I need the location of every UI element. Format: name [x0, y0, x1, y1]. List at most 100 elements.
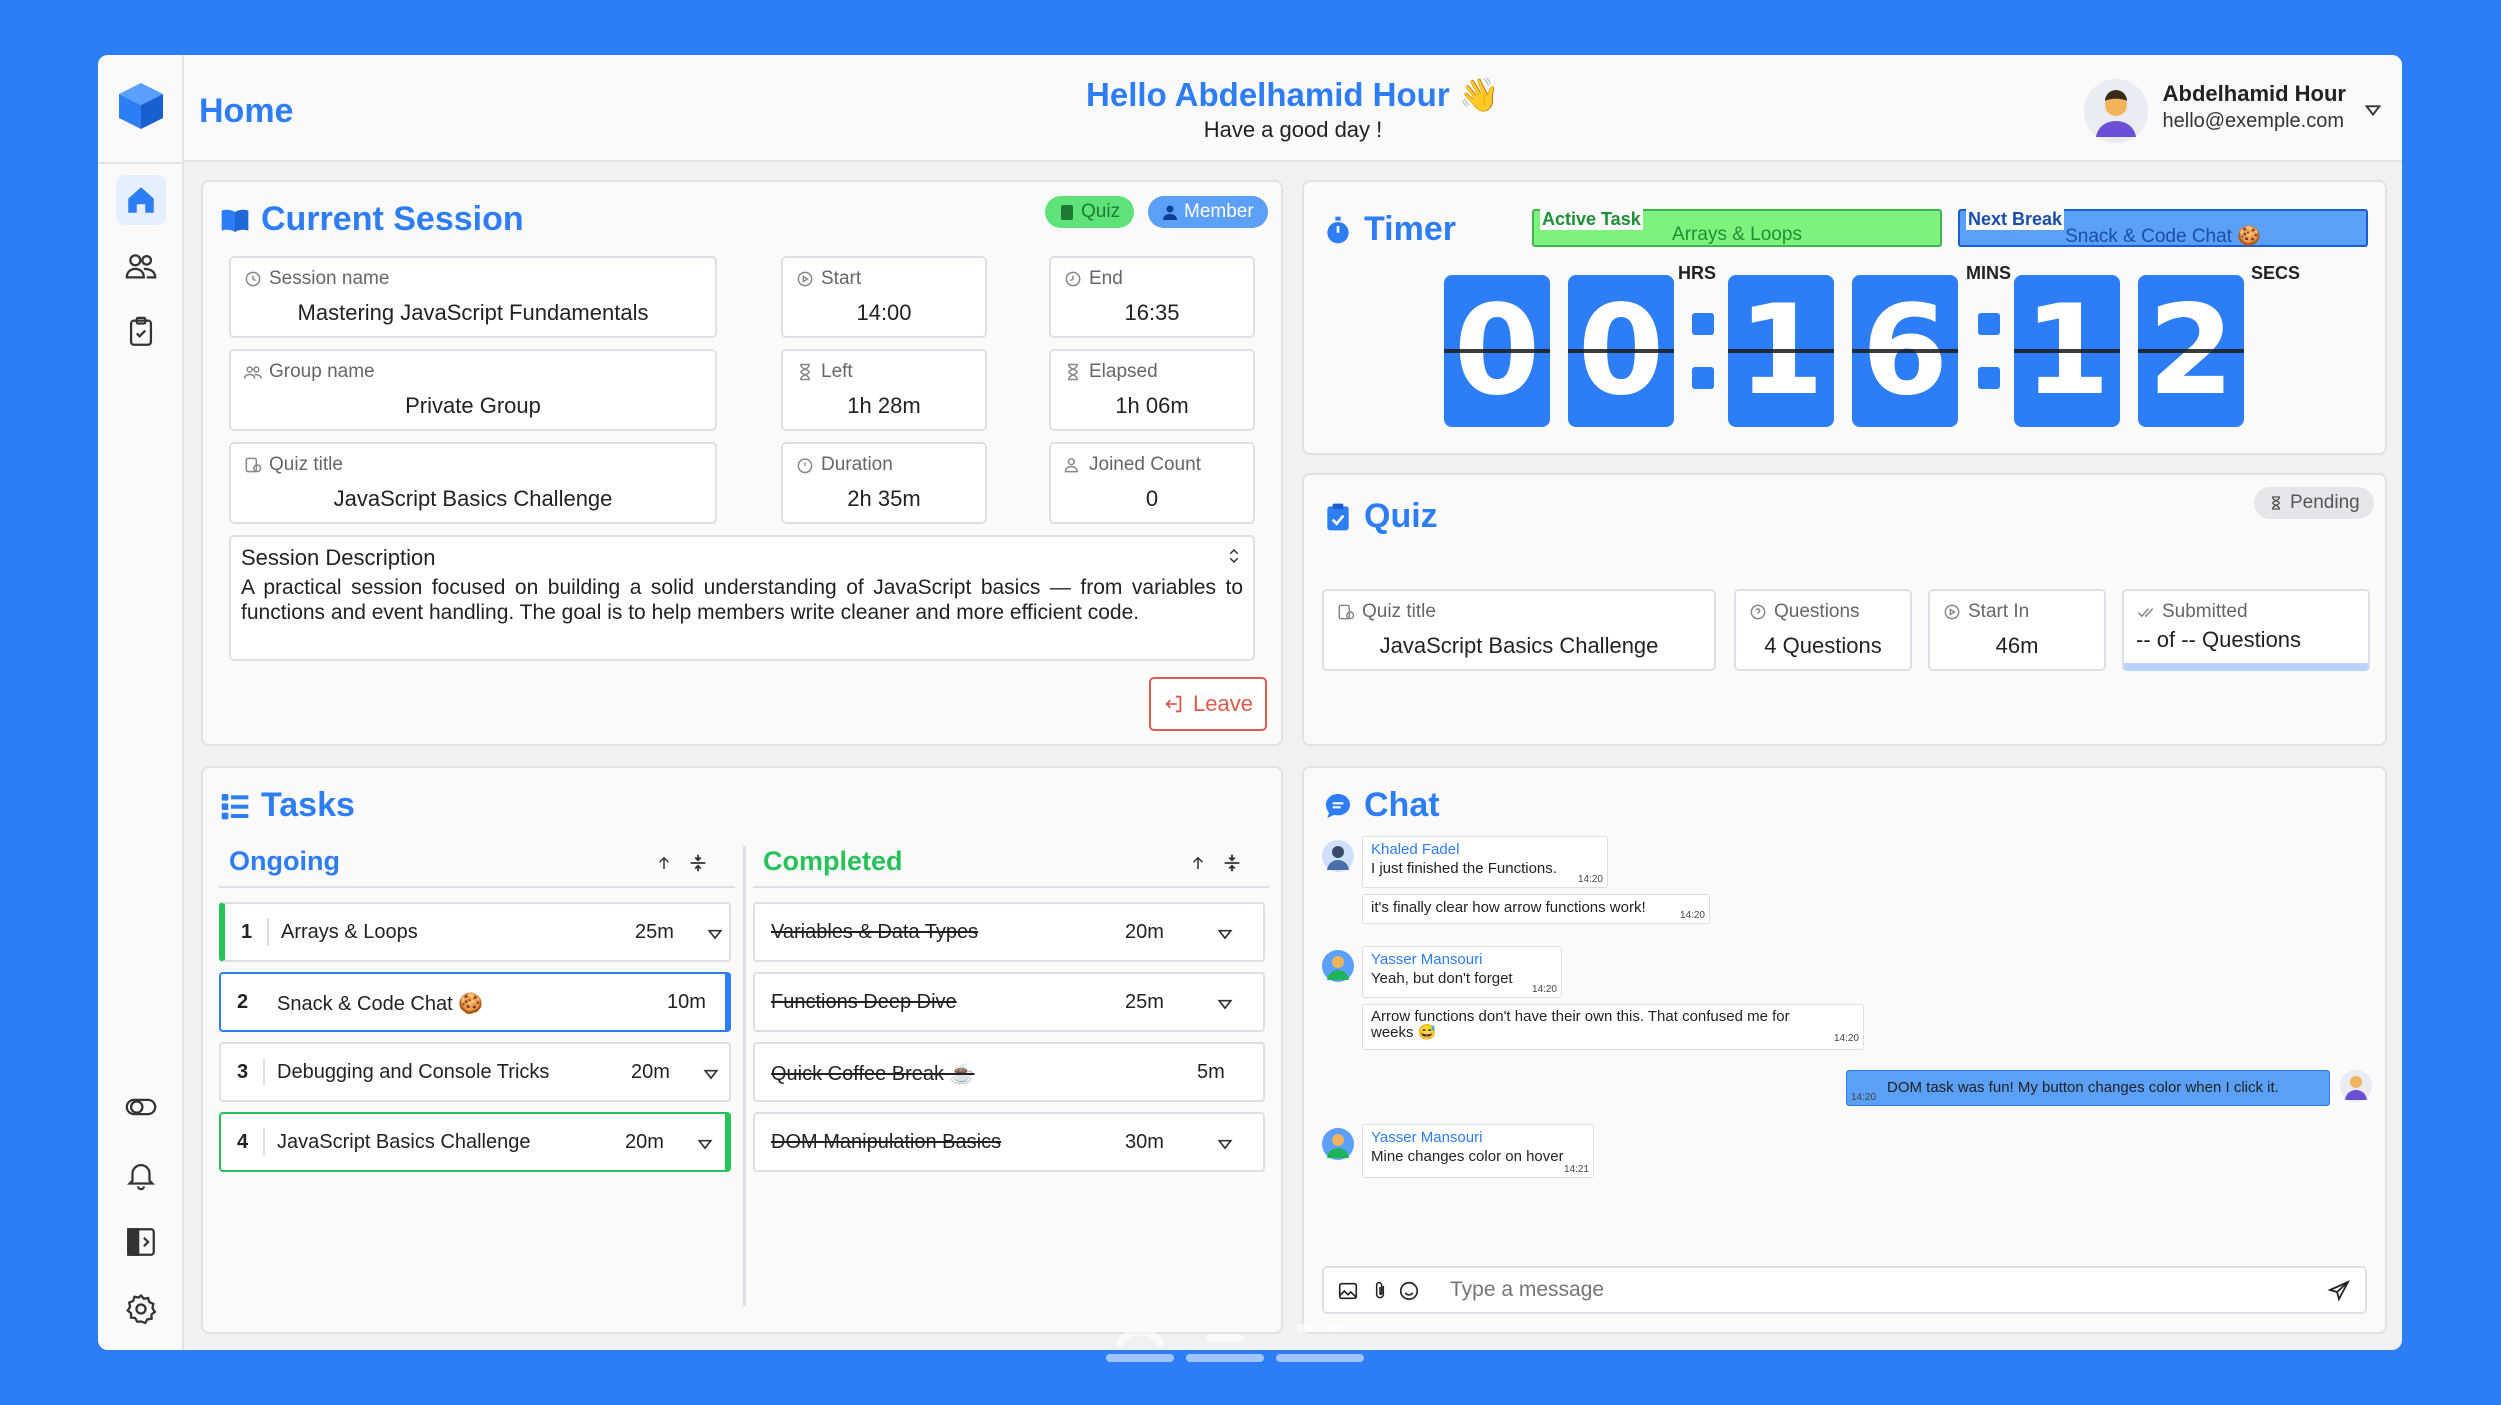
minutes-digit-2: 6 [1852, 275, 1958, 427]
start-field: Start 14:00 [781, 256, 987, 338]
sidebar-item-groups[interactable] [116, 241, 166, 291]
questions-label: Questions [1774, 601, 1860, 622]
chevron-down-icon[interactable] [1215, 924, 1235, 944]
exit-icon [1165, 695, 1182, 713]
message-sender: Yasser Mansouri [1371, 1129, 1483, 1146]
collapse-icon[interactable] [687, 852, 709, 874]
leave-button[interactable]: Leave [1149, 677, 1267, 731]
sidebar-divider [98, 162, 184, 164]
quiz-title-text: Quiz [1364, 497, 1438, 535]
home-icon [128, 187, 154, 213]
message-time: 14:21 [1563, 1164, 1589, 1175]
chevron-down-icon[interactable] [1215, 1134, 1235, 1154]
completed-task-row[interactable]: Functions Deep Dive 25m [753, 972, 1265, 1032]
task-number: 2 [237, 991, 249, 1013]
current-session-card: Current Session Quiz Member Session name… [201, 180, 1283, 746]
send-icon[interactable] [2327, 1279, 2351, 1303]
ongoing-task-row[interactable]: 3 Debugging and Console Tricks 20m [219, 1042, 731, 1102]
chevron-down-icon[interactable] [695, 1134, 715, 1154]
ongoing-task-row[interactable]: 1 Arrays & Loops 25m [219, 902, 731, 962]
badge-member-label: Member [1184, 201, 1254, 222]
gear-icon [126, 1293, 157, 1325]
chat-message-own: 14:20 DOM task was fun! My button change… [1846, 1070, 2330, 1106]
emoji-icon[interactable] [1398, 1280, 1420, 1302]
elapsed-label: Elapsed [1089, 361, 1158, 382]
expand-collapse-icon[interactable] [1225, 547, 1243, 565]
timer-colon-dot [1692, 313, 1714, 335]
message-text: I just finished the Functions. [1371, 860, 1557, 877]
current-session-title-text: Current Session [261, 200, 524, 238]
paperclip-icon[interactable] [1370, 1280, 1390, 1302]
chat-card: Chat Khaled Fadel I just finished the Fu… [1302, 766, 2387, 1334]
task-name: Debugging and Console Tricks [277, 1061, 550, 1083]
user-joined-icon [1064, 458, 1078, 473]
active-task-bar: Active Task Arrays & Loops [1532, 209, 1942, 247]
user-email: hello@exemple.com [2162, 110, 2345, 132]
completed-task-row[interactable]: DOM Manipulation Basics 30m [753, 1112, 1265, 1172]
hourglass-icon [1068, 363, 1078, 381]
chat-title: Chat [1322, 786, 1440, 825]
double-check-icon [2137, 608, 2154, 618]
task-duration: 20m [631, 1061, 670, 1083]
quiz-card: Quiz Pending Quiz title JavaScript Basic… [1302, 473, 2387, 746]
task-duration: 30m [1125, 1131, 1164, 1153]
row-divider [263, 1058, 265, 1086]
ongoing-task-row[interactable]: 4 JavaScript Basics Challenge 20m [219, 1112, 731, 1172]
clipboard-check-icon [129, 316, 153, 346]
ongoing-task-row[interactable]: 2 Snack & Code Chat 🍪 10m [219, 972, 731, 1032]
completed-task-row[interactable]: Variables & Data Types 20m [753, 902, 1265, 962]
message-input[interactable] [1450, 1276, 2270, 1304]
watermark-logo [1106, 1324, 1364, 1362]
message-time: 14:20 [1531, 984, 1557, 995]
end-label-wrap: End [1063, 268, 1123, 290]
chat-title-text: Chat [1364, 786, 1440, 824]
seconds-unit-label: SECS [2251, 263, 2301, 283]
clipboard-clock-icon [245, 457, 262, 473]
left-label-wrap: Left [795, 361, 853, 383]
sidebar-item-toggle[interactable] [116, 1082, 166, 1132]
user-name: Abdelhamid Hour [2162, 81, 2346, 106]
collapse-icon[interactable] [1221, 852, 1243, 874]
start-value: 14:00 [856, 300, 912, 325]
image-icon[interactable] [1336, 1280, 1360, 1302]
sidebar-item-settings[interactable] [116, 1284, 166, 1334]
clock-icon [1065, 271, 1081, 287]
sidebar-item-collapse[interactable] [116, 1217, 166, 1267]
session-name-label-wrap: Session name [243, 268, 389, 290]
person-avatar-icon [1322, 950, 1354, 982]
submitted-label-wrap: Submitted [2136, 601, 2248, 623]
task-name: Variables & Data Types [771, 921, 979, 943]
left-value: 1h 28m [847, 393, 921, 418]
chevron-down-icon[interactable] [1215, 994, 1235, 1014]
play-circle-icon [797, 271, 813, 287]
user-avatar[interactable] [2084, 79, 2148, 143]
sidebar-item-notifications[interactable] [116, 1150, 166, 1200]
person-avatar-icon [1327, 846, 1349, 870]
sort-ascending-icon[interactable] [655, 854, 673, 872]
sidebar-item-home[interactable] [116, 175, 166, 225]
tasks-title-text: Tasks [261, 786, 355, 824]
sidebar-item-tasks[interactable] [116, 307, 166, 357]
cube-logo-icon[interactable] [114, 79, 168, 133]
chevron-down-icon[interactable] [705, 924, 725, 944]
person-icon [1163, 205, 1177, 220]
task-number: 1 [241, 921, 253, 943]
end-field: End 16:35 [1049, 256, 1255, 338]
chat-message: it's finally clear how arrow functions w… [1362, 894, 1710, 924]
task-duration: 10m [667, 991, 706, 1013]
session-quiz-title-label: Quiz title [269, 454, 343, 475]
session-description-label: Session Description [241, 545, 436, 570]
hours-digit-2: 0 [1568, 275, 1674, 427]
completed-task-row[interactable]: Quick Coffee Break ☕ 5m [753, 1042, 1265, 1102]
questions-value: 4 Questions [1764, 633, 1882, 658]
chevron-down-icon[interactable] [701, 1064, 721, 1084]
sort-ascending-icon[interactable] [1189, 854, 1207, 872]
completed-column-title: Completed [763, 846, 903, 876]
task-list-icon [221, 793, 249, 819]
current-session-title: Current Session [219, 200, 524, 239]
timer-title: Timer [1322, 210, 1456, 249]
questions-field: Questions 4 Questions [1734, 589, 1912, 671]
avatar [1322, 840, 1354, 872]
chevron-down-icon[interactable] [2362, 99, 2384, 121]
group-name-label-wrap: Group name [243, 361, 375, 383]
